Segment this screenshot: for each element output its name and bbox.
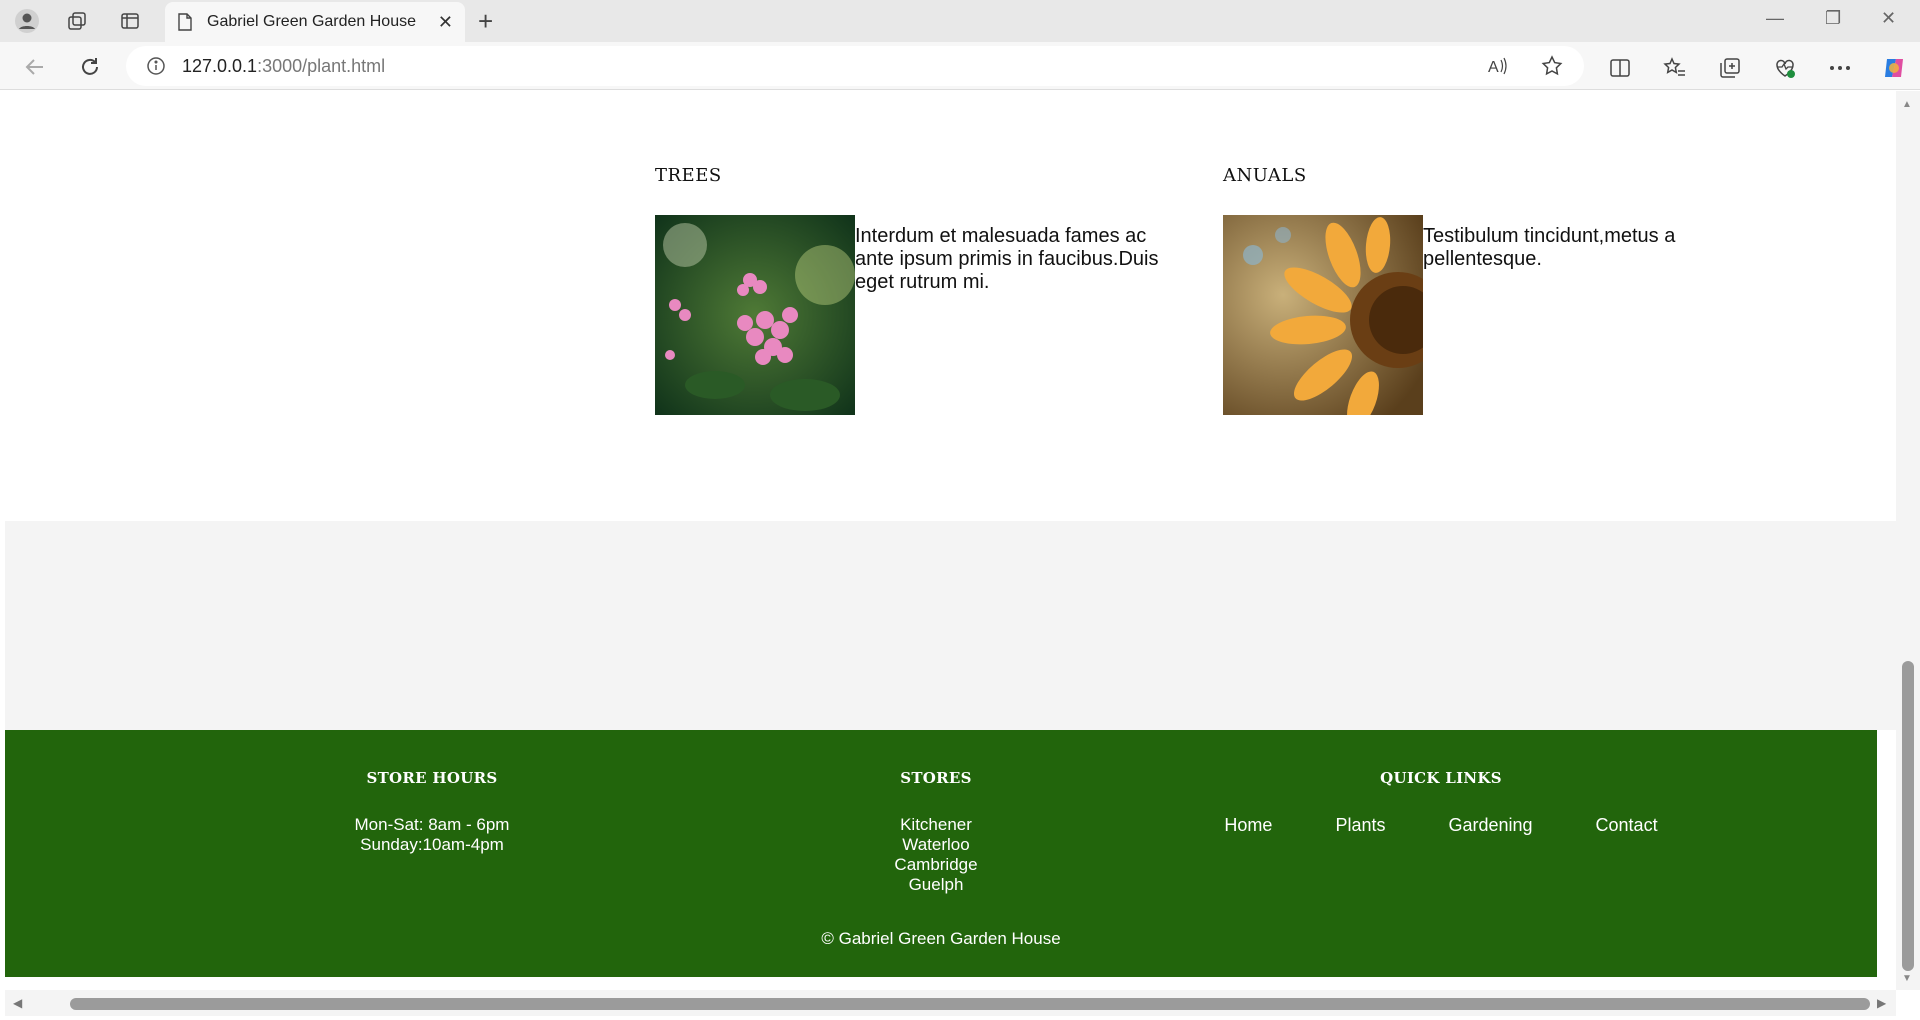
minimize-icon[interactable]: — — [1766, 8, 1784, 29]
read-aloud-icon[interactable]: A — [1486, 54, 1510, 83]
vertical-scrollbar[interactable]: ▲ ▼ — [1896, 91, 1920, 990]
vertical-tabs-icon[interactable] — [116, 7, 144, 35]
address-field[interactable]: 127.0.0.1:3000/plant.html A — [126, 46, 1584, 86]
footer-quick-links: QUICK LINKS Home Plants Gardening Contac… — [1191, 769, 1691, 836]
scroll-up-icon[interactable]: ▲ — [1902, 99, 1912, 110]
store-name: Waterloo — [902, 835, 970, 854]
url-path: :3000/plant.html — [257, 55, 386, 76]
restore-icon[interactable]: ❐ — [1825, 8, 1841, 29]
reload-icon[interactable] — [77, 54, 103, 80]
scroll-right-icon[interactable]: ▶ — [1877, 996, 1886, 1010]
plant-cards-section: TREES Interdum et malesuada fames ac ant… — [5, 91, 1896, 521]
scroll-left-icon[interactable]: ◀ — [13, 996, 22, 1010]
horizontal-scrollbar[interactable]: ◀ ▶ — [5, 990, 1896, 1016]
store-hours-line: Sunday:10am-4pm — [360, 835, 504, 854]
link-gardening[interactable]: Gardening — [1448, 815, 1532, 836]
card-description: Testibulum tincidunt,metus a pellentesqu… — [1423, 225, 1676, 270]
address-toolbar: 127.0.0.1:3000/plant.html A — [0, 42, 1920, 90]
browser-essentials-icon[interactable] — [1771, 54, 1799, 82]
favorite-star-icon[interactable] — [1540, 54, 1564, 83]
copilot-icon[interactable] — [1880, 54, 1908, 82]
new-tab-icon[interactable]: + — [478, 8, 493, 34]
card-heading: TREES — [655, 165, 722, 186]
vertical-scroll-thumb[interactable] — [1902, 661, 1914, 971]
store-hours-heading: STORE HOURS — [366, 769, 498, 787]
page-icon — [178, 13, 192, 31]
svg-text:A: A — [1488, 59, 1499, 76]
back-icon[interactable] — [22, 54, 48, 80]
link-contact[interactable]: Contact — [1596, 815, 1658, 836]
workspaces-icon[interactable] — [63, 7, 91, 35]
footer-store-hours: STORE HOURS Mon-Sat: 8am - 6pm Sunday:10… — [332, 769, 532, 855]
active-tab[interactable]: Gabriel Green Garden House ✕ — [165, 2, 465, 42]
footer-stores: STORES Kitchener Waterloo Cambridge Guel… — [836, 769, 1036, 895]
close-window-icon[interactable]: ✕ — [1881, 8, 1896, 29]
site-footer: STORE HOURS Mon-Sat: 8am - 6pm Sunday:10… — [5, 730, 1877, 977]
collections-icon[interactable] — [1716, 54, 1744, 82]
store-hours-line: Mon-Sat: 8am - 6pm — [354, 815, 510, 834]
card-heading: ANUALS — [1223, 165, 1307, 186]
profile-icon[interactable] — [13, 7, 41, 35]
store-name: Kitchener — [900, 815, 972, 834]
link-plants[interactable]: Plants — [1335, 815, 1385, 836]
spacer-band — [5, 521, 1896, 730]
url-text: 127.0.0.1:3000/plant.html — [182, 56, 385, 77]
site-info-icon[interactable] — [146, 56, 166, 76]
stores-heading: STORES — [900, 769, 972, 787]
scroll-down-icon[interactable]: ▼ — [1902, 973, 1912, 984]
close-tab-icon[interactable]: ✕ — [438, 12, 453, 33]
link-home[interactable]: Home — [1224, 815, 1272, 836]
store-name: Cambridge — [894, 855, 978, 874]
store-name: Guelph — [908, 875, 964, 894]
card-anuals: ANUALS Testibulum tincidunt,metus a pell… — [1223, 165, 1743, 429]
favorites-icon[interactable] — [1661, 54, 1689, 82]
card-trees: TREES Interdum et malesuada fames ac ant… — [655, 165, 1175, 415]
quick-links-nav: Home Plants Gardening Contact — [1191, 815, 1691, 836]
more-options-icon[interactable] — [1826, 54, 1854, 82]
quick-links-heading: QUICK LINKS — [1380, 769, 1502, 787]
copyright: © Gabriel Green Garden House — [821, 929, 1061, 948]
url-host: 127.0.0.1 — [182, 55, 258, 76]
horizontal-scroll-thumb[interactable] — [70, 998, 1870, 1010]
browser-tabbar: Gabriel Green Garden House ✕ + — ❐ ✕ — [0, 0, 1920, 42]
card-description: Interdum et malesuada fames ac ante ipsu… — [855, 225, 1159, 293]
page-viewport: TREES Interdum et malesuada fames ac ant… — [5, 91, 1896, 990]
phlox-flowers-image — [655, 215, 855, 415]
tab-title: Gabriel Green Garden House — [207, 13, 416, 30]
split-screen-icon[interactable] — [1606, 54, 1634, 82]
sunflower-image — [1223, 215, 1446, 429]
